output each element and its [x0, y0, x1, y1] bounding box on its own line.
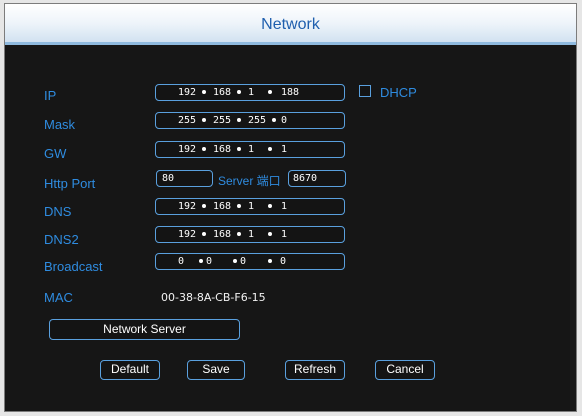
dot-separator — [196, 254, 206, 269]
mask-octet-1[interactable]: 255 — [178, 113, 196, 128]
gw-octet-2[interactable]: 168 — [213, 142, 231, 157]
mask-octet-2[interactable]: 255 — [213, 113, 231, 128]
dot-separator — [265, 85, 275, 100]
ip-segments: 192 168 1 188 — [156, 85, 299, 100]
dns2-octet-3[interactable]: 1 — [248, 227, 254, 242]
dot-separator — [265, 142, 275, 157]
dhcp-label: DHCP — [380, 85, 417, 100]
dns-field[interactable]: 192 168 1 1 — [155, 198, 345, 215]
window-title: Network — [261, 16, 320, 33]
server-port-field[interactable]: 8670 — [288, 170, 346, 187]
cancel-button[interactable]: Cancel — [375, 360, 435, 380]
dot-separator — [199, 113, 209, 128]
broadcast-label: Broadcast — [44, 259, 103, 274]
ip-octet-1[interactable]: 192 — [178, 85, 196, 100]
dot-separator — [199, 142, 209, 157]
ip-address-field[interactable]: 192 168 1 188 — [155, 84, 345, 101]
broadcast-field[interactable]: 0 0 0 0 — [155, 253, 345, 270]
mask-octet-4[interactable]: 0 — [281, 113, 287, 128]
save-button[interactable]: Save — [187, 360, 245, 380]
gw-segments: 192 168 1 1 — [156, 142, 287, 157]
network-server-button[interactable]: Network Server — [49, 319, 240, 340]
broadcast-octet-1[interactable]: 0 — [178, 254, 184, 269]
dns2-label: DNS2 — [44, 232, 79, 247]
mac-value: 00-38-8A-CB-F6-15 — [161, 291, 266, 304]
dot-separator — [199, 199, 209, 214]
server-port-label: Server 端口 — [218, 174, 281, 188]
broadcast-octet-2[interactable]: 0 — [206, 254, 212, 269]
gw-label: GW — [44, 146, 67, 161]
dot-separator — [199, 227, 209, 242]
gw-octet-1[interactable]: 192 — [178, 142, 196, 157]
dot-separator — [234, 227, 244, 242]
ip-label: IP — [44, 88, 57, 103]
ip-octet-4[interactable]: 188 — [281, 85, 299, 100]
dns-octet-3[interactable]: 1 — [248, 199, 254, 214]
mask-segments: 255 255 255 0 — [156, 113, 287, 128]
dns2-segments: 192 168 1 1 — [156, 227, 287, 242]
dns-octet-4[interactable]: 1 — [281, 199, 287, 214]
dot-separator — [269, 113, 279, 128]
http-port-label: Http Port — [44, 176, 96, 191]
http-port-field[interactable]: 80 — [156, 170, 213, 187]
ip-octet-3[interactable]: 1 — [248, 85, 254, 100]
dns-octet-1[interactable]: 192 — [178, 199, 196, 214]
title-bar: Network — [5, 4, 576, 45]
dot-separator — [265, 254, 275, 269]
dns2-octet-2[interactable]: 168 — [213, 227, 231, 242]
dns-octet-2[interactable]: 168 — [213, 199, 231, 214]
dot-separator — [234, 142, 244, 157]
dns-label: DNS — [44, 204, 72, 219]
dot-separator — [234, 199, 244, 214]
mask-label: Mask — [44, 117, 76, 132]
gw-octet-3[interactable]: 1 — [248, 142, 254, 157]
dhcp-checkbox[interactable] — [359, 85, 371, 97]
default-button[interactable]: Default — [100, 360, 160, 380]
dot-separator — [234, 113, 244, 128]
dns2-octet-1[interactable]: 192 — [178, 227, 196, 242]
dns2-octet-4[interactable]: 1 — [281, 227, 287, 242]
dot-separator — [265, 199, 275, 214]
mask-octet-3[interactable]: 255 — [248, 113, 266, 128]
mac-label: MAC — [44, 290, 73, 305]
broadcast-octet-3[interactable]: 0 — [240, 254, 246, 269]
gateway-field[interactable]: 192 168 1 1 — [155, 141, 345, 158]
broadcast-segments: 0 0 0 0 — [156, 254, 286, 269]
dot-separator — [199, 85, 209, 100]
dns2-field[interactable]: 192 168 1 1 — [155, 226, 345, 243]
dot-separator — [230, 254, 240, 269]
gw-octet-4[interactable]: 1 — [281, 142, 287, 157]
dns-segments: 192 168 1 1 — [156, 199, 287, 214]
broadcast-octet-4[interactable]: 0 — [280, 254, 286, 269]
dot-separator — [265, 227, 275, 242]
mask-field[interactable]: 255 255 255 0 — [155, 112, 345, 129]
dot-separator — [234, 85, 244, 100]
refresh-button[interactable]: Refresh — [285, 360, 345, 380]
ip-octet-2[interactable]: 168 — [213, 85, 231, 100]
